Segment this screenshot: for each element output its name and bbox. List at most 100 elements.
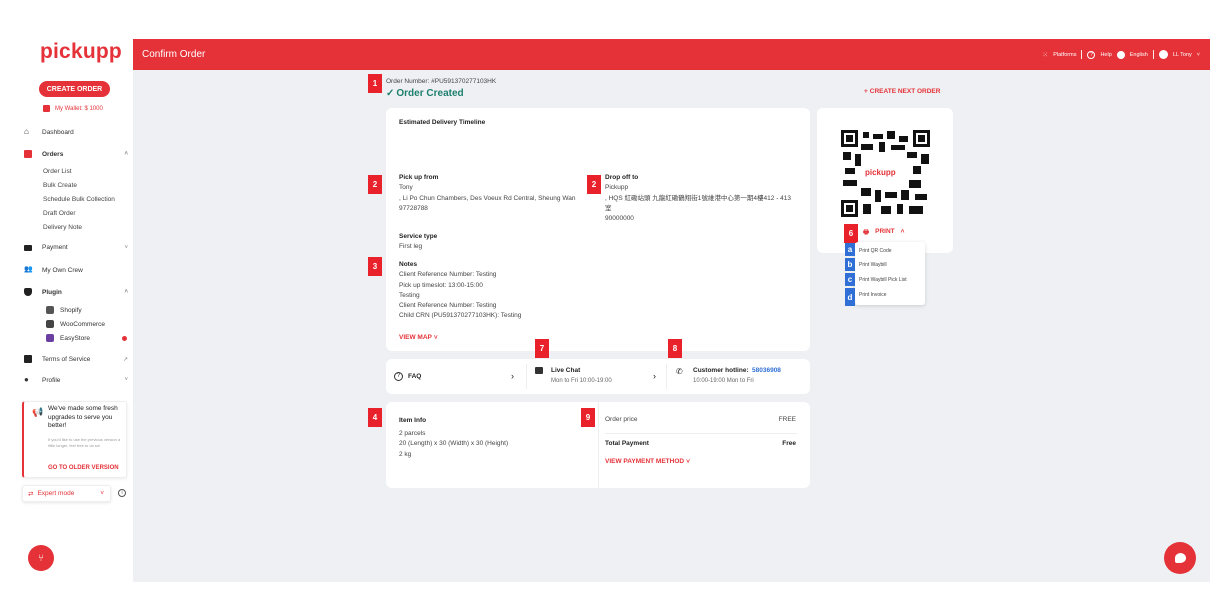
help-link[interactable]: Help — [1100, 52, 1111, 58]
annotation-letter: b — [845, 258, 855, 271]
order-status-label: Order Created — [396, 88, 464, 99]
plugin-easystore[interactable]: EasyStore — [46, 334, 90, 342]
service-type-value: First leg — [399, 243, 423, 250]
chat-launcher-button[interactable] — [1164, 542, 1196, 574]
document-icon — [24, 355, 32, 363]
print-button[interactable]: 🖶 PRINT ˄ — [863, 228, 904, 239]
total-payment-label: Total Payment — [605, 440, 649, 447]
sidebar-subitem-bulk-create[interactable]: Bulk Create — [43, 182, 77, 189]
logo[interactable]: pickupp — [40, 40, 122, 64]
upgrade-promo: 📢 We've made some fresh upgrades to serv… — [22, 401, 127, 478]
hotline-number[interactable]: 58036908 — [752, 367, 781, 374]
dropoff-phone: 90000000 — [605, 215, 634, 222]
pickup-phone: 97728788 — [399, 205, 428, 212]
chevron-down-icon: ˅ — [1196, 51, 1200, 58]
older-version-link[interactable]: GO TO OLDER VERSION — [48, 465, 119, 471]
annotation-badge: 8 — [668, 339, 682, 358]
person-icon: ● — [24, 375, 29, 384]
support-bar: ? FAQ › Live Chat Mon to Fri 10:00-19:00… — [386, 359, 810, 394]
phone-icon: ✆ — [676, 367, 683, 376]
chevron-down-icon: ˅ — [433, 334, 438, 341]
globe-icon — [1116, 50, 1125, 59]
sidebar-subitem-delivery-note[interactable]: Delivery Note — [43, 224, 82, 231]
user-icon — [1158, 50, 1168, 59]
sidebar-item-profile[interactable]: ● Profile ˅ — [24, 376, 128, 384]
chevron-down-icon: ˅ — [686, 458, 690, 465]
promo-title: We've made some fresh upgrades to serve … — [48, 405, 118, 429]
menu-item-print-invoice[interactable]: Print Invoice — [859, 292, 887, 298]
plugin-woocommerce[interactable]: WooCommerce — [46, 320, 105, 328]
view-map-link[interactable]: VIEW MAP ˅ — [399, 334, 438, 341]
sidebar-item-label: Terms of Service — [42, 355, 91, 363]
page-title: Confirm Order — [142, 49, 206, 60]
language-select[interactable]: English — [1130, 52, 1148, 58]
pickup-address: , Li Po Chun Chambers, Des Voeux Rd Cent… — [399, 195, 576, 202]
wallet-link[interactable]: My Wallet: $ 1000 — [43, 105, 103, 112]
note-line: Client Reference Number: Testing — [399, 302, 497, 309]
create-order-button[interactable]: CREATE ORDER — [39, 81, 110, 97]
question-icon: ? — [394, 372, 403, 381]
view-payment-method-link[interactable]: VIEW PAYMENT METHOD ˅ — [605, 458, 690, 465]
info-icon[interactable]: i — [118, 489, 126, 497]
help-icon: ? — [1087, 50, 1096, 59]
swap-icon: ⇄ — [28, 490, 34, 498]
grid-icon: ⁙ — [1042, 51, 1049, 59]
note-line: Child CRN (PU591370277103HK): Testing — [399, 312, 522, 319]
annotation-badge: 9 — [581, 408, 595, 427]
sidebar-subitem-schedule-bulk[interactable]: Schedule Bulk Collection — [43, 196, 115, 203]
woocommerce-icon — [46, 320, 54, 328]
dropoff-address: , HQS 紅磡站頭 九龍紅磡鶴翔街1號維港中心第一期4樓412 - 413室 — [605, 195, 792, 212]
plus-icon: + — [864, 88, 868, 95]
annotation-badge: 6 — [844, 224, 858, 243]
note-line: Pick up timeslot: 13:00-15:00 — [399, 282, 483, 289]
annotation-letter: c — [845, 273, 855, 286]
item-weight: 2 kg — [399, 451, 412, 458]
dropoff-label: Drop off to — [605, 174, 639, 181]
promo-body: If you'd like to use the previous versio… — [48, 437, 121, 448]
sidebar-subitem-draft-order[interactable]: Draft Order — [43, 210, 76, 217]
divider — [1152, 50, 1154, 59]
menu-item-print-waybill[interactable]: Print Waybill — [859, 262, 887, 268]
external-link-icon: ↗ — [122, 356, 128, 363]
order-price-label: Order price — [605, 416, 638, 423]
card-icon — [24, 244, 32, 251]
expert-mode-select[interactable]: ⇄ Expert mode ˅ — [22, 485, 111, 502]
item-info-label: Item Info — [399, 417, 427, 424]
live-chat-label: Live Chat — [551, 367, 581, 374]
item-payment-card: Item Info 2 parcels 20 (Length) x 30 (Wi… — [386, 402, 810, 488]
chevron-up-icon: ˄ — [124, 151, 128, 157]
home-icon: ⌂ — [24, 127, 29, 136]
hotline-label: Customer hotline: — [693, 367, 749, 374]
menu-item-print-pick-list[interactable]: Print Waybill Pick List — [859, 277, 907, 283]
create-next-order-link[interactable]: + CREATE NEXT ORDER — [864, 88, 940, 95]
annotation-badge: 3 — [368, 257, 382, 276]
chevron-up-icon: ˄ — [124, 289, 128, 295]
item-parcels: 2 parcels — [399, 430, 426, 437]
sidebar-subitem-order-list[interactable]: Order List — [43, 168, 72, 175]
chevron-down-icon: ˅ — [124, 244, 128, 251]
top-bar: Confirm Order ⁙ Platforms ? Help English… — [133, 39, 1210, 70]
menu-item-print-qr[interactable]: Print QR Code — [859, 248, 892, 254]
sidebar-item-orders[interactable]: Orders ˄ — [24, 150, 128, 158]
sidebar-item-terms[interactable]: Terms of Service ↗ — [24, 355, 128, 363]
check-icon: ✓ — [386, 88, 395, 99]
hotline-hours: 10:00-19:00 Mon to Fri — [693, 378, 754, 384]
divider — [666, 364, 667, 389]
sidebar-item-my-own-crew[interactable]: 👥 My Own Crew — [24, 266, 128, 274]
divider — [605, 433, 797, 434]
sidebar — [0, 39, 133, 599]
sidebar-item-dashboard[interactable]: ⌂ Dashboard — [24, 128, 128, 136]
sidebar-item-plugin[interactable]: Plugin ˄ — [24, 288, 128, 296]
quick-action-button[interactable]: ⑂ — [28, 545, 54, 571]
header-actions: ⁙ Platforms ? Help English LL Tony ˅ — [1042, 50, 1200, 59]
user-menu[interactable]: LL Tony — [1173, 52, 1192, 58]
notification-dot — [122, 336, 127, 341]
annotation-badge: 2 — [368, 175, 382, 194]
faq-link[interactable]: ? FAQ — [394, 372, 421, 381]
sidebar-item-payment[interactable]: Payment ˅ — [24, 244, 128, 251]
plugin-shopify[interactable]: Shopify — [46, 306, 82, 314]
chat-bubble-icon — [1174, 553, 1186, 563]
service-type-label: Service type — [399, 233, 438, 240]
platforms-link[interactable]: Platforms — [1053, 52, 1076, 58]
annotation-badge: 4 — [368, 408, 382, 427]
